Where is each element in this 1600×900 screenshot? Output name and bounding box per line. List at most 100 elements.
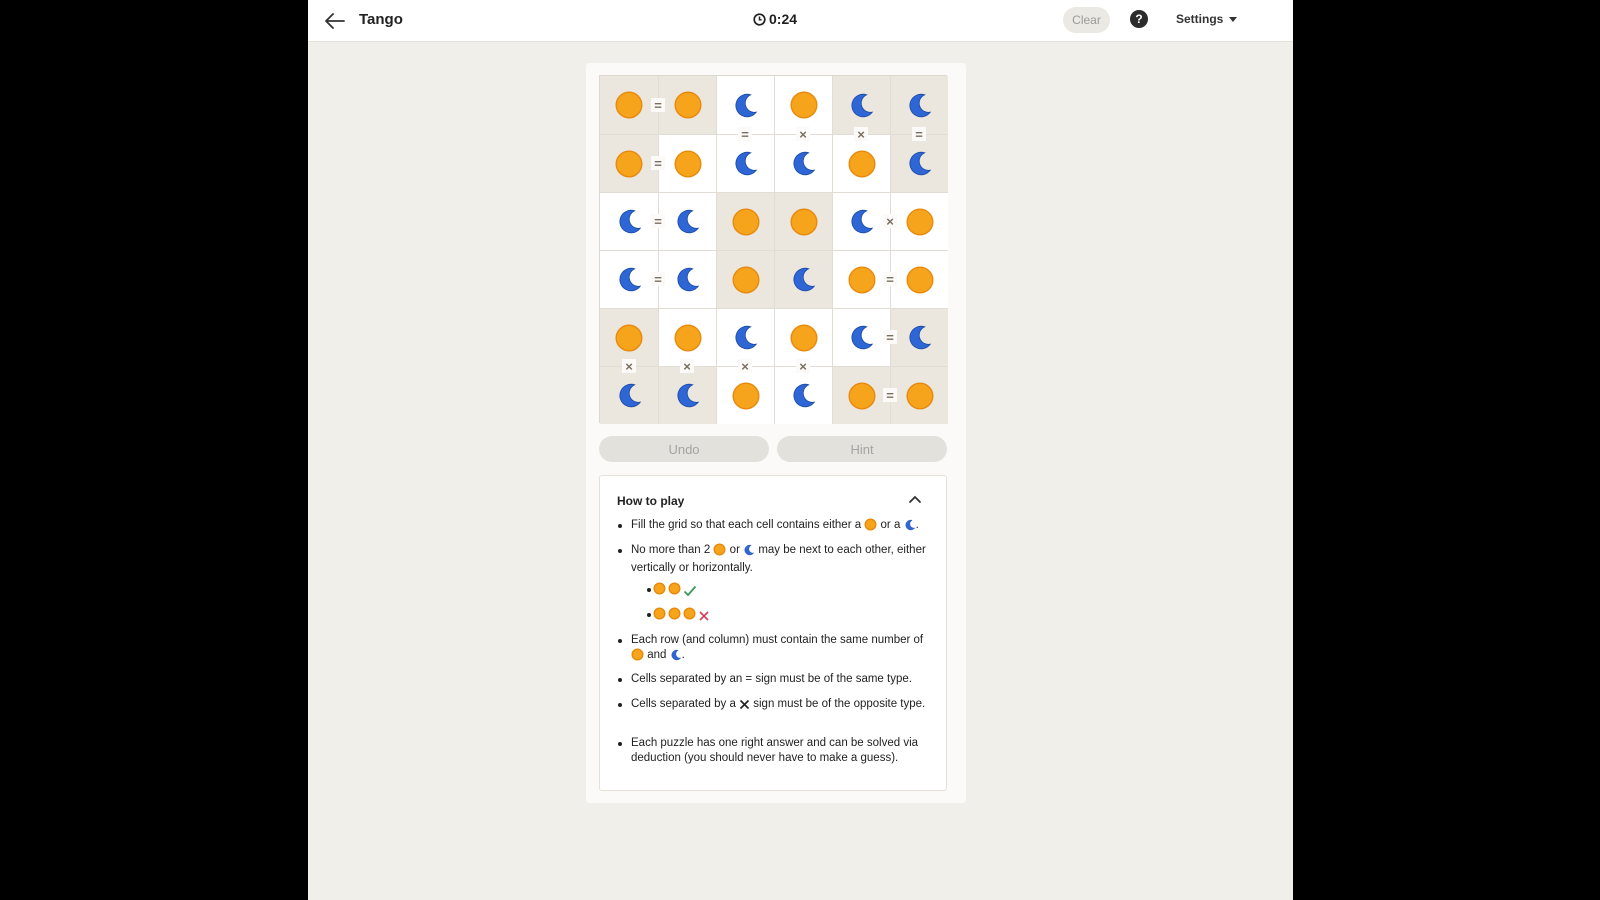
- equal-constraint: =: [738, 127, 752, 141]
- sun-icon: [789, 207, 818, 236]
- grid-cell[interactable]: [774, 134, 832, 192]
- grid-cell[interactable]: [658, 192, 716, 250]
- moon-icon: [616, 208, 643, 235]
- settings-dropdown[interactable]: Settings: [1176, 12, 1238, 26]
- sun-icon: [631, 648, 644, 666]
- grid-cell: [890, 134, 948, 192]
- grid-cell: [716, 250, 774, 308]
- grid-cell[interactable]: [774, 366, 832, 424]
- settings-label: Settings: [1176, 12, 1224, 26]
- grid-cell: [890, 308, 948, 366]
- grid-cell[interactable]: [832, 308, 890, 366]
- back-arrow-icon: [325, 13, 345, 29]
- grid-cell[interactable]: [832, 192, 890, 250]
- moon-icon: [670, 649, 682, 666]
- equal-constraint: =: [651, 156, 665, 170]
- grid-cell[interactable]: [774, 76, 832, 134]
- undo-button[interactable]: Undo: [599, 436, 769, 462]
- help-icon[interactable]: ?: [1130, 10, 1148, 28]
- moon-icon: [848, 208, 875, 235]
- grid-cell[interactable]: [716, 134, 774, 192]
- app: Tango 0:24 Clear ? Settings = = × × = = = × = = = ×…: [308, 0, 1293, 900]
- rule-3-text-a: Each row (and column) must contain the s…: [631, 634, 924, 646]
- top-bar: Tango 0:24 Clear ? Settings: [308, 0, 1293, 42]
- rule-1-text-c: .: [915, 519, 919, 531]
- grid-cell: [832, 76, 890, 134]
- grid-cell[interactable]: [890, 250, 948, 308]
- grid-cell[interactable]: [600, 250, 658, 308]
- grid-cell[interactable]: [832, 134, 890, 192]
- opposite-constraint: ×: [738, 359, 752, 373]
- sun-icon: [847, 265, 876, 294]
- grid-cell[interactable]: [716, 308, 774, 366]
- sun-icon: [847, 381, 876, 410]
- grid-cell: [890, 366, 948, 424]
- sun-icon: [905, 207, 934, 236]
- grid-cell[interactable]: [716, 366, 774, 424]
- rule-2: No more than 2 or may be next to each ot…: [618, 543, 931, 576]
- equal-constraint: =: [883, 388, 897, 402]
- grid-cell: [658, 366, 716, 424]
- rule-6: Each puzzle has one right answer and can…: [618, 736, 931, 766]
- timer: 0:24: [753, 11, 797, 27]
- how-to-play-panel: How to play Fill the grid so that each c…: [599, 475, 947, 791]
- grid-cell[interactable]: [832, 250, 890, 308]
- moon-icon: [674, 208, 701, 235]
- check-icon: [683, 585, 697, 597]
- grid-cell[interactable]: [658, 250, 716, 308]
- grid-cell: [774, 250, 832, 308]
- grid-cell[interactable]: [600, 192, 658, 250]
- grid-cell[interactable]: [658, 308, 716, 366]
- sun-icon: [668, 607, 681, 625]
- cross-icon: [699, 611, 709, 621]
- sun-icon: [615, 91, 643, 119]
- grid-cell[interactable]: [774, 308, 832, 366]
- opposite-constraint: ×: [883, 214, 897, 228]
- moon-icon: [616, 266, 643, 293]
- back-button[interactable]: [322, 8, 348, 34]
- grid-cell: [832, 366, 890, 424]
- equal-constraint: =: [651, 272, 665, 286]
- equal-constraint: =: [651, 214, 665, 228]
- sun-icon: [615, 323, 643, 352]
- moon-icon: [906, 92, 933, 119]
- chevron-down-icon: [1229, 16, 1238, 22]
- equal-constraint: =: [912, 127, 926, 141]
- moon-icon: [848, 324, 875, 351]
- chevron-up-icon[interactable]: [908, 494, 922, 504]
- rule-1-text-b: or a: [880, 519, 901, 531]
- sun-icon: [847, 149, 876, 178]
- rule-3-text-c: .: [681, 649, 685, 661]
- rule-4: Cells separated by an = sign must be of …: [618, 672, 931, 687]
- moon-icon: [790, 266, 817, 293]
- rule-3-text-b: and: [647, 649, 667, 661]
- grid-cell: [600, 76, 658, 134]
- rule-2-text-b: or: [729, 544, 740, 556]
- rule-5-text-a: Cells separated by a: [631, 698, 736, 710]
- tango-grid: = = × × = = = × = = = × × × × =: [599, 75, 948, 424]
- moon-icon: [732, 324, 759, 351]
- sun-icon: [864, 518, 877, 536]
- hint-button[interactable]: Hint: [777, 436, 947, 462]
- moon-icon: [674, 266, 701, 293]
- sun-icon: [713, 543, 726, 561]
- page-title: Tango: [359, 11, 403, 28]
- clear-button[interactable]: Clear: [1063, 7, 1110, 33]
- moon-icon: [790, 382, 817, 409]
- grid-cell: [774, 192, 832, 250]
- grid-cell[interactable]: [890, 192, 948, 250]
- grid-cell[interactable]: [716, 76, 774, 134]
- example-valid: [647, 582, 697, 600]
- moon-icon: [848, 92, 875, 119]
- opposite-constraint: ×: [622, 359, 636, 373]
- moon-icon: [906, 324, 933, 351]
- sun-icon: [731, 265, 760, 294]
- sun-icon: [668, 582, 681, 600]
- moon-icon: [904, 519, 916, 536]
- sun-icon: [653, 607, 666, 625]
- grid-cell: [600, 134, 658, 192]
- grid-cell[interactable]: [658, 134, 716, 192]
- sun-icon: [731, 207, 760, 236]
- clock-icon: [753, 12, 766, 26]
- sun-icon: [683, 607, 696, 625]
